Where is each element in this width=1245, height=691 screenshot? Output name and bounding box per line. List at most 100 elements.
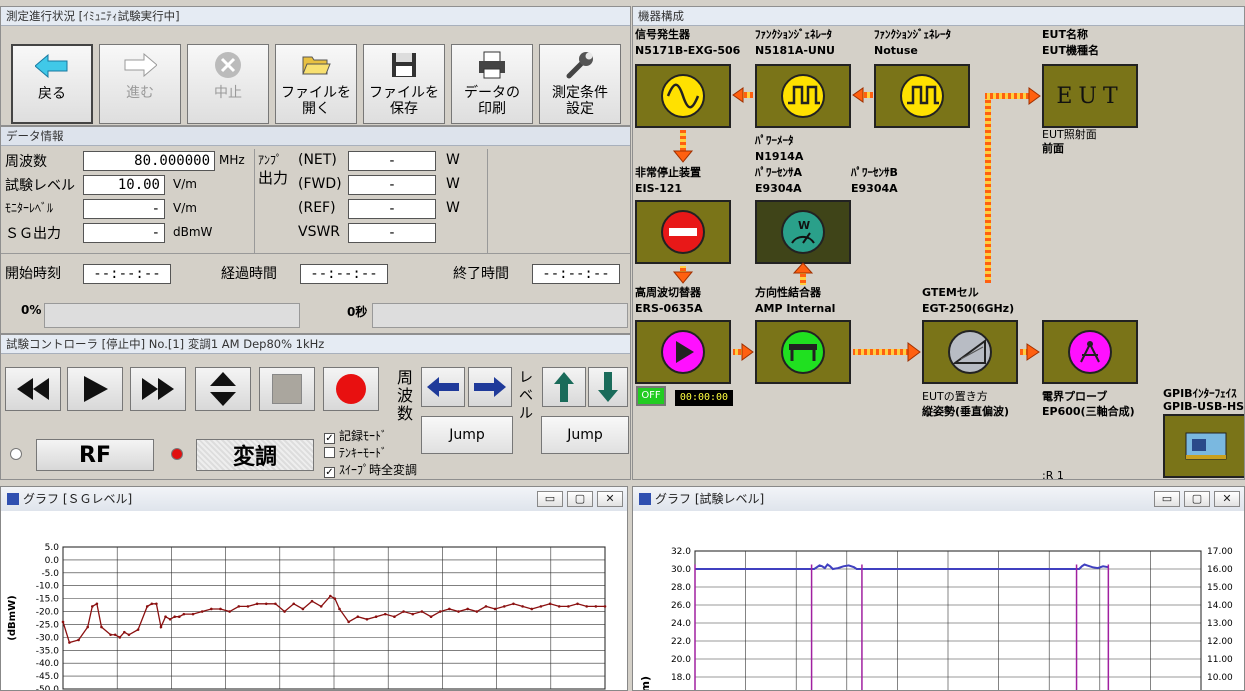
y-tick-label: -5.0 (41, 569, 59, 579)
amp-row-unit: W (446, 176, 460, 192)
y-axis-label: (dBmW) (7, 595, 18, 640)
amp-row-value: - (348, 223, 436, 243)
data-point (319, 605, 323, 608)
record-mode-label: 記録ﾓｰﾄﾞ (339, 429, 388, 443)
end-time-value: --:--:-- (532, 264, 620, 284)
modulation-button[interactable]: 変調 (196, 439, 314, 471)
y-tick-label: 30.0 (671, 565, 691, 575)
forward-arrow-icon (100, 45, 180, 85)
record-mode-checkbox[interactable]: ✓ 記録ﾓｰﾄﾞ (324, 427, 387, 444)
graph2-title: グラフ [試験レベル] (655, 492, 765, 506)
sweep-mod-checkbox[interactable]: ✓ ｽｲｰﾌﾟ時全変調 (324, 461, 417, 478)
up-down-icon (210, 372, 236, 406)
toolbar-button-4[interactable]: ファイルを 保存 (363, 44, 445, 124)
data-point (530, 607, 534, 611)
stop-button[interactable] (259, 367, 315, 411)
app-icon (639, 493, 651, 505)
data-point (228, 610, 231, 613)
amp-row-value: - (348, 175, 436, 195)
data-point (301, 607, 305, 611)
arrow-head (907, 342, 921, 362)
monitor-value: - (83, 199, 165, 219)
folder-open-icon (276, 45, 356, 85)
fast-rewind-icon (17, 378, 49, 400)
freq-value: 80.000000 (83, 151, 215, 171)
toolbar-button-5[interactable]: データの 印刷 (451, 44, 533, 124)
data-point (567, 605, 570, 608)
data-point (159, 625, 163, 629)
amp-row-unit: W (446, 152, 460, 168)
data-point (182, 612, 186, 616)
fast-rewind-button[interactable] (5, 367, 61, 411)
data-point (393, 615, 396, 619)
sg-value: - (83, 223, 165, 243)
rf-button[interactable]: RF (36, 439, 154, 471)
amp-row-value: - (348, 151, 436, 171)
toolbar-button-1: 進む (99, 44, 181, 124)
toolbar-label: 保存 (390, 101, 418, 117)
data-point (283, 610, 286, 613)
data-point (310, 599, 314, 603)
minimize-button[interactable]: ▭ (537, 491, 563, 507)
data-point (411, 612, 415, 616)
y-tick-label: 26.0 (671, 601, 691, 611)
maximize-button[interactable]: ▢ (1184, 491, 1210, 507)
arrow-head (792, 262, 814, 274)
y-tick-label: 20.0 (671, 655, 691, 665)
freq-side-label: 周波数 (397, 368, 414, 423)
maximize-button[interactable]: ▢ (567, 491, 593, 507)
toolbar-label: 中止 (214, 85, 242, 101)
level-up-button[interactable] (542, 367, 586, 407)
level-jump-button[interactable]: Jump (541, 416, 629, 454)
data-point (502, 605, 506, 608)
y-tick-label: 5.0 (45, 543, 60, 553)
fast-forward-icon (142, 378, 174, 400)
data-point (356, 615, 360, 619)
mod-indicator (171, 448, 183, 460)
tenkey-mode-checkbox[interactable]: ﾃﾝｷｰﾓｰﾄﾞ (324, 444, 387, 461)
amp-output-label: 出力 (258, 169, 289, 187)
back-arrow-icon (13, 46, 91, 86)
minimize-button[interactable]: ▭ (1154, 491, 1180, 507)
data-point (466, 607, 469, 611)
data-point (264, 602, 268, 606)
close-button[interactable]: ✕ (597, 491, 623, 507)
data-panel-title: データ情報 (1, 127, 630, 146)
sg-label: ＳＧ出力 (5, 226, 61, 242)
progress-percent: 0% (21, 303, 42, 317)
amp-row-label: (FWD) (298, 176, 342, 192)
toolbar-button-0[interactable]: 戻る (11, 44, 93, 124)
toolbar-label: 開く (302, 101, 330, 117)
record-button[interactable] (323, 367, 379, 411)
y-tick-label: -35.0 (36, 646, 60, 656)
fast-forward-button[interactable] (130, 367, 186, 411)
divider (487, 149, 488, 253)
up-down-button[interactable] (195, 367, 251, 411)
end-time-label: 終了時間 (453, 266, 509, 282)
data-point (429, 615, 433, 619)
data-point (594, 605, 598, 608)
freq-down-button[interactable] (421, 367, 465, 407)
data-panel: データ情報 周波数 80.000000 MHz 試験レベル 10.00 V/m … (0, 126, 631, 334)
elapsed-time-value: --:--:-- (300, 264, 388, 284)
progress-bar (44, 303, 300, 328)
y-tick-label: -25.0 (36, 620, 60, 630)
toolbar-button-3[interactable]: ファイルを 開く (275, 44, 357, 124)
app-icon (7, 493, 19, 505)
toolbar-label: 印刷 (478, 101, 506, 117)
close-button[interactable]: ✕ (1214, 491, 1240, 507)
y2-tick-label: 12.00 (1207, 637, 1233, 647)
freq-jump-button[interactable]: Jump (421, 416, 513, 454)
y-tick-label: -10.0 (36, 582, 60, 592)
toolbar-label: 進む (126, 85, 154, 101)
y-tick-label: -20.0 (36, 608, 60, 618)
toolbar-button-6[interactable]: 測定条件 設定 (539, 44, 621, 124)
data-point (539, 605, 543, 608)
play-button[interactable] (67, 367, 123, 411)
data-point (438, 610, 442, 613)
data-point (100, 625, 103, 629)
level-value[interactable]: 10.00 (83, 175, 165, 195)
level-down-button[interactable] (588, 367, 628, 407)
data-point (219, 607, 222, 611)
freq-up-button[interactable] (468, 367, 512, 407)
